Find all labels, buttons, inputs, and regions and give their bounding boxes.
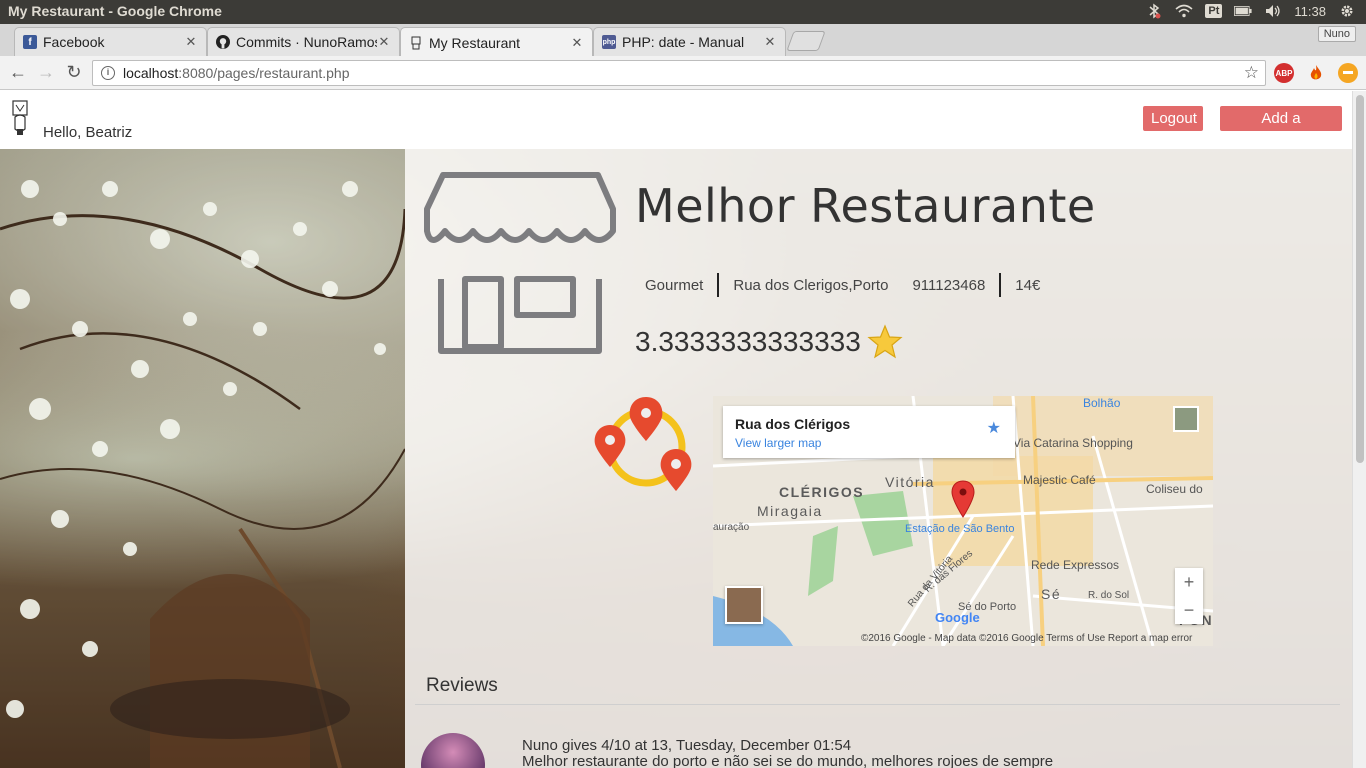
site-header: Hello, Beatriz Logout Add a restaurant: [0, 91, 1352, 152]
restaurant-price: 14€: [1015, 276, 1041, 294]
system-tray: Pt 11:38: [1145, 2, 1356, 20]
restaurant-category: Gourmet: [645, 276, 704, 294]
map-label-catarina: Via Catarina Shopping: [1013, 436, 1133, 450]
map-place-card: Rua dos Clérigos View larger map ★: [723, 406, 1015, 458]
close-tab-icon[interactable]: ✕: [377, 34, 391, 50]
zoom-out-button[interactable]: −: [1175, 596, 1203, 624]
blossom-branches-image: [0, 149, 405, 768]
gold-star-icon: [867, 324, 903, 359]
greeting-text: Hello, Beatriz: [43, 124, 133, 141]
restaurant-address: Rua dos Clerigos,Porto: [733, 276, 889, 294]
map-label-miragaia: Miragaia: [757, 503, 823, 519]
review-header: Nuno gives 4/10 at 13, Tuesday, December…: [522, 737, 852, 754]
os-top-bar: My Restaurant - Google Chrome Pt 11:38: [0, 0, 1366, 24]
zoom-in-button[interactable]: +: [1175, 568, 1203, 596]
browser-tab-strip: f Facebook ✕ Commits · NunoRamos ✕ My Re…: [0, 24, 1366, 57]
map-zoom-controls: + −: [1175, 568, 1203, 624]
minus-extension-icon[interactable]: [1338, 63, 1358, 83]
battery-icon[interactable]: [1234, 2, 1253, 20]
map-label-rede: Rede Expressos: [1031, 558, 1120, 572]
browser-toolbar: ← → ↻ i localhost:8080/pages/restaurant.…: [0, 56, 1366, 90]
tab-my-restaurant[interactable]: My Restaurant ✕: [400, 27, 593, 57]
restaurant-info-row: Gourmet Rua dos Clerigos,Porto 911123468…: [645, 273, 1040, 297]
bookmark-star-icon[interactable]: ☆: [1244, 63, 1259, 83]
map-label-clerigos: CLÉRIGOS: [779, 484, 865, 500]
map-label-r-sol: R. do Sol: [1088, 590, 1130, 601]
keyboard-language-indicator[interactable]: Pt: [1205, 4, 1223, 18]
back-arrow-icon[interactable]: ←: [8, 62, 28, 82]
restaurant-logo-icon: [409, 36, 423, 50]
address-bar[interactable]: i localhost:8080/pages/restaurant.php ☆: [92, 60, 1266, 86]
tab-commits[interactable]: Commits · NunoRamos ✕: [207, 27, 400, 56]
tab-php-date[interactable]: php PHP: date - Manual ✕: [593, 27, 786, 56]
facebook-icon: f: [23, 35, 37, 49]
site-logo-icon[interactable]: [10, 99, 30, 137]
volume-icon[interactable]: [1264, 2, 1282, 20]
google-logo: Google: [935, 610, 980, 625]
divider: [999, 273, 1002, 297]
map-place-title: Rua dos Clérigos: [735, 416, 851, 432]
page-scrollbar[interactable]: [1352, 91, 1366, 768]
php-icon: php: [602, 35, 616, 49]
github-icon: [216, 35, 230, 49]
location-marker-icon[interactable]: [951, 480, 975, 518]
forward-arrow-icon[interactable]: →: [36, 62, 56, 82]
web-page: Hello, Beatriz Logout Add a restaurant M…: [0, 91, 1352, 768]
map-label-bolhao: Bolhão: [1083, 396, 1121, 410]
divider: [717, 273, 720, 297]
storefront-icon: [424, 172, 616, 354]
new-tab-button[interactable]: [786, 31, 826, 51]
close-tab-icon[interactable]: ✕: [184, 34, 198, 50]
wifi-icon[interactable]: [1175, 2, 1193, 20]
tab-facebook[interactable]: f Facebook ✕: [14, 27, 207, 56]
map-label-estacao: Estação de São Bento: [905, 523, 1015, 535]
window-title: My Restaurant - Google Chrome: [8, 3, 222, 19]
logout-button[interactable]: Logout: [1143, 106, 1203, 131]
close-tab-icon[interactable]: ✕: [763, 34, 777, 50]
clock[interactable]: 11:38: [1294, 4, 1326, 19]
map-attribution[interactable]: ©2016 Google - Map data ©2016 Google Ter…: [861, 633, 1192, 644]
street-view-thumbnail[interactable]: [1173, 406, 1199, 432]
satellite-toggle-thumbnail[interactable]: [725, 586, 763, 624]
view-larger-map-link[interactable]: View larger map: [735, 436, 821, 450]
map-label-se: Sé: [1041, 586, 1062, 602]
save-place-star-icon[interactable]: ★: [987, 418, 1001, 438]
rating-value: 3.3333333333333: [635, 326, 861, 357]
map-label-majestic: Majestic Café: [1023, 473, 1096, 487]
reload-icon[interactable]: ↻: [64, 62, 84, 82]
reviews-divider: [415, 704, 1340, 705]
add-restaurant-button[interactable]: Add a restaurant: [1220, 106, 1342, 152]
restaurant-phone: 911123468: [912, 276, 986, 294]
profile-button[interactable]: Nuno: [1317, 26, 1356, 42]
reviews-heading: Reviews: [426, 675, 498, 696]
flame-extension-icon[interactable]: [1306, 63, 1326, 83]
url-host: localhost: [123, 65, 179, 81]
url-path: :8080/pages/restaurant.php: [178, 65, 350, 81]
site-info-icon[interactable]: i: [101, 66, 115, 80]
scrollbar-thumb[interactable]: [1356, 95, 1364, 463]
google-map[interactable]: Bolhão Via Catarina Shopping Majestic Ca…: [713, 396, 1213, 646]
review-text: Melhor restaurante do porto e não sei se…: [522, 753, 1054, 768]
close-tab-icon[interactable]: ✕: [570, 35, 584, 51]
map-label-coliseu: Coliseu do: [1146, 482, 1203, 496]
restaurant-rating: 3.3333333333333: [635, 324, 903, 360]
map-pins-icon: [594, 397, 692, 491]
adblock-icon[interactable]: ABP: [1274, 63, 1294, 83]
map-label-vitoria: Vitória: [885, 474, 935, 490]
settings-gear-icon[interactable]: [1338, 2, 1356, 20]
bluetooth-icon[interactable]: [1145, 2, 1163, 20]
map-label-auracao: auração: [713, 522, 750, 533]
restaurant-name: Melhor Restaurante: [635, 179, 1096, 233]
